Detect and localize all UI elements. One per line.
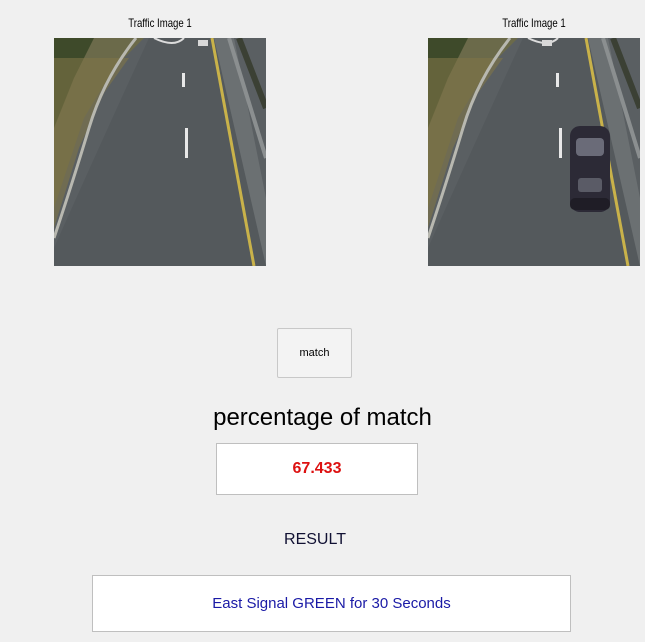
- result-value-box: East Signal GREEN for 30 Seconds: [92, 575, 571, 632]
- left-image-title: Traffic Image 1: [128, 16, 192, 30]
- percentage-value-box: 67.433: [216, 443, 418, 495]
- match-button[interactable]: match: [277, 328, 352, 378]
- right-image-title: Traffic Image 1: [502, 16, 566, 30]
- left-traffic-image: [54, 38, 266, 266]
- car-in-image: [570, 126, 610, 212]
- right-traffic-image: [428, 38, 640, 266]
- percentage-label: percentage of match: [213, 404, 432, 431]
- result-label: RESULT: [284, 531, 346, 548]
